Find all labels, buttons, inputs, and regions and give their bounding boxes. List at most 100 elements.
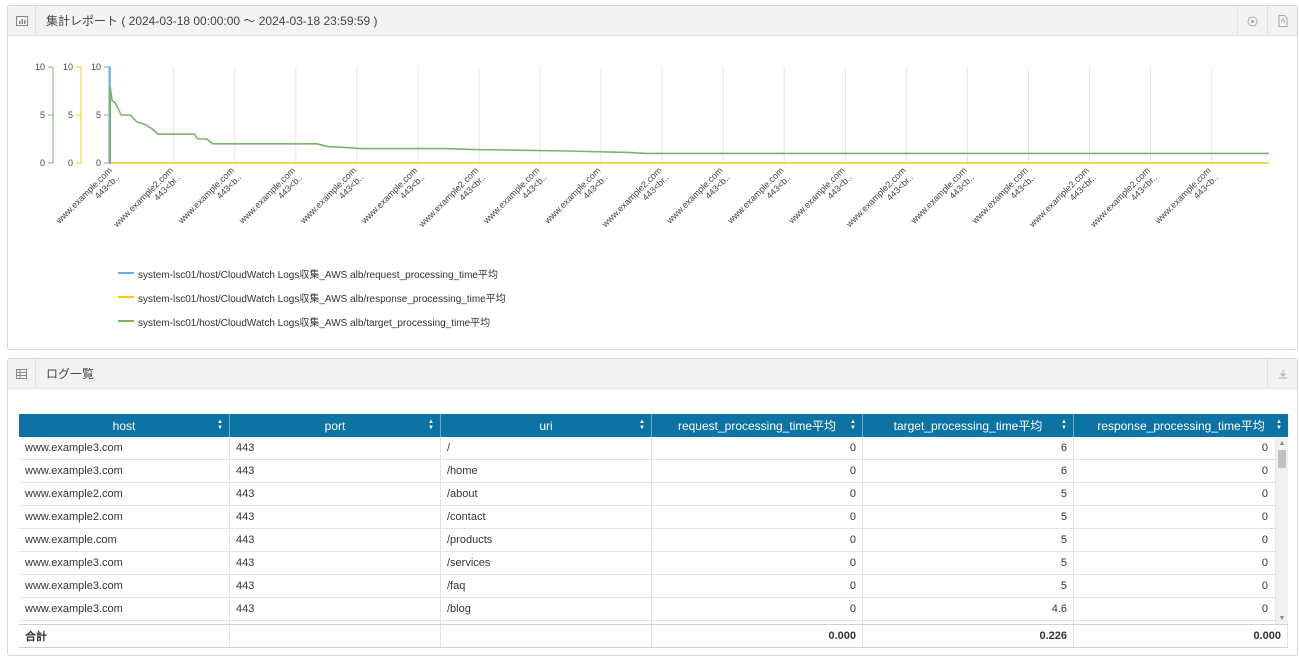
x-tick-text: www.example.com443<b.. <box>786 165 854 233</box>
table-row[interactable]: www.example3.com 443/blog 0 4.6 0 <box>19 598 1288 621</box>
sort-icon[interactable]: ▲ ▼ <box>428 419 434 431</box>
x-tick-text: www.example2.com443<br.. <box>599 165 670 236</box>
y-tick-label: 0 <box>68 158 73 168</box>
scroll-thumb[interactable] <box>1278 450 1286 468</box>
column-header[interactable]: request_processing_time平均 ▲ ▼ <box>652 414 863 437</box>
legend-item[interactable]: system-lsc01/host/CloudWatch Logs収集_AWS … <box>118 285 506 309</box>
vertical-scrollbar[interactable]: ▲ ▼ <box>1275 437 1288 624</box>
x-tick-label: www.example.com443<b.. <box>359 165 427 233</box>
x-tick-text: www.example.com443<b.. <box>1152 165 1220 233</box>
table-cell: 0 <box>652 598 863 620</box>
x-tick-label: www.example.com443<b.. <box>542 165 610 226</box>
scroll-up-icon[interactable]: ▲ <box>1276 437 1288 449</box>
table-row[interactable]: www.example3.com 443/0 6 0 <box>19 437 1288 460</box>
table-row[interactable]: www.example2.com443/portfolio040 <box>19 621 1288 624</box>
sort-icon[interactable]: ▲ ▼ <box>1061 419 1067 431</box>
report-header: 集計レポート ( 2024-03-18 00:00:00 ～ 2024-03-1… <box>8 5 1297 36</box>
download-icon[interactable] <box>1267 359 1297 389</box>
line-chart: 105010501050www.example.com443<b..www.ex… <box>35 62 1269 236</box>
table-cell: 5 <box>863 483 1074 505</box>
table-row[interactable]: www.example3.com 443/home 0 6 0 <box>19 460 1288 483</box>
legend-label: system-lsc01/host/CloudWatch Logs収集_AWS … <box>138 317 491 329</box>
legend-item[interactable]: system-lsc01/host/CloudWatch Logs収集_AWS … <box>118 261 506 285</box>
table-cell: www.example3.com <box>19 460 230 482</box>
x-tick-label: www.example.com443<b.. <box>1152 165 1220 233</box>
table-cell: 443 <box>230 621 441 624</box>
series-line-0 <box>109 66 1269 164</box>
pdf-icon[interactable] <box>1267 6 1297 36</box>
table-cell: 443 <box>230 460 441 482</box>
settings-icon[interactable] <box>1237 6 1267 36</box>
column-header[interactable]: response_processing_time平均 ▲ ▼ <box>1074 414 1288 437</box>
sort-icon[interactable]: ▲ ▼ <box>639 419 645 431</box>
column-header-label: request_processing_time平均 <box>677 419 837 433</box>
column-header-label: response_processing_time平均 <box>1097 419 1265 433</box>
y-tick-label: 0 <box>40 158 45 168</box>
x-tick-text: www.example.com443<b.. <box>481 165 549 233</box>
y-tick-label: 5 <box>40 110 45 120</box>
x-tick-text: www.example2.com443<br.. <box>416 165 487 236</box>
x-tick-text: www.example.com443<b.. <box>725 165 793 233</box>
table-cell: /blog <box>441 598 652 620</box>
total-cell <box>441 625 652 647</box>
table-row[interactable]: www.example.com 443/products 0 5 0 <box>19 529 1288 552</box>
table-cell: 443 <box>230 575 441 597</box>
column-header-label: port <box>324 418 346 433</box>
legend-item[interactable]: system-lsc01/host/CloudWatch Logs収集_AWS … <box>118 309 506 333</box>
table-cell: 443 <box>230 598 441 620</box>
y-tick-label: 5 <box>96 110 101 120</box>
table-cell: www.example.com <box>19 529 230 551</box>
x-tick-label: www.example2.com443<br.. <box>1027 165 1098 236</box>
report-title: 集計レポート ( 2024-03-18 00:00:00 ～ 2024-03-1… <box>46 14 378 28</box>
scroll-down-icon[interactable]: ▼ <box>1276 612 1288 624</box>
table-cell: /about <box>441 483 652 505</box>
table-cell: www.example3.com <box>19 598 230 620</box>
table-cell: 0 <box>652 552 863 574</box>
x-tick-text: www.example.com443<b.. <box>664 165 732 233</box>
table-cell: 0 <box>1074 598 1288 620</box>
sort-icon[interactable]: ▲ ▼ <box>850 419 856 431</box>
legend-label: system-lsc01/host/CloudWatch Logs収集_AWS … <box>138 269 498 281</box>
table-cell: www.example3.com <box>19 575 230 597</box>
table-cell: 0 <box>1074 506 1288 528</box>
table-cell: 0 <box>1074 552 1288 574</box>
series-line-2 <box>109 86 1269 164</box>
x-tick-text: www.example2.com443<br.. <box>1027 165 1098 236</box>
x-tick-text: www.example.com443<b.. <box>969 165 1037 233</box>
sort-icon[interactable]: ▲ ▼ <box>217 419 223 431</box>
x-tick-text: www.example.com443<b.. <box>236 165 304 233</box>
x-tick-label: www.example.com443<b.. <box>297 165 365 226</box>
table-row[interactable]: www.example2.com 443/contact 0 5 0 <box>19 506 1288 529</box>
table-cell: 6 <box>863 437 1074 459</box>
x-tick-text: www.example2.com443<br.. <box>111 165 182 236</box>
column-header[interactable]: host ▲ ▼ <box>19 414 230 437</box>
x-tick-label: www.example2.com443<br.. <box>111 165 182 236</box>
table-row[interactable]: www.example3.com 443/faq 0 5 0 <box>19 575 1288 598</box>
table-cell: 0 <box>1074 575 1288 597</box>
x-tick-text: www.example.com443<b.. <box>359 165 427 233</box>
table-row[interactable]: www.example3.com 443/services 0 5 0 <box>19 552 1288 575</box>
chart-icon <box>8 5 36 36</box>
table-cell: 6 <box>863 460 1074 482</box>
table-cell: www.example3.com <box>19 437 230 459</box>
table-cell: /home <box>441 460 652 482</box>
table-footer: 合計 0.000 0.226 0.000 <box>19 624 1288 648</box>
table-cell: 0 <box>652 483 863 505</box>
sort-icon[interactable]: ▲ ▼ <box>1276 419 1282 431</box>
table-cell: 443 <box>230 552 441 574</box>
column-header[interactable]: uri ▲ ▼ <box>441 414 652 437</box>
table-row[interactable]: www.example2.com 443/about 0 5 0 <box>19 483 1288 506</box>
x-tick-text: www.example.com443<b.. <box>908 165 976 233</box>
table-cell: 5 <box>863 506 1074 528</box>
table-cell: /faq <box>441 575 652 597</box>
table-cell: 0 <box>1074 621 1288 624</box>
table-cell: 0 <box>652 621 863 624</box>
table-cell: 443 <box>230 529 441 551</box>
table-cell: 0 <box>1074 437 1288 459</box>
table-cell: www.example2.com <box>19 506 230 528</box>
table-cell: / <box>441 437 652 459</box>
column-header[interactable]: port ▲ ▼ <box>230 414 441 437</box>
table-cell: 0 <box>652 529 863 551</box>
table-cell: 0 <box>652 575 863 597</box>
column-header[interactable]: target_processing_time平均 ▲ ▼ <box>863 414 1074 437</box>
